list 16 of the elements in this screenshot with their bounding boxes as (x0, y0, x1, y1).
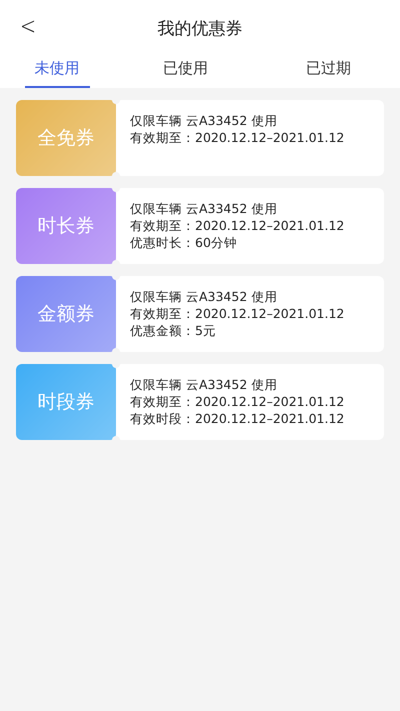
tab[interactable]: 未使用 (24, 56, 90, 88)
coupon-detail-text: 仅限车辆 云A33452 使用 (130, 112, 278, 129)
coupon-detail-text: 有效期至：2020.12.12–2021.01.12 (130, 129, 346, 146)
coupon-detail-text: 仅限车辆 云A33452 使用 (130, 376, 278, 393)
page-title: 我的优惠券 (158, 18, 242, 40)
coupon-detail-text: 仅限车辆 云A33452 使用 (130, 288, 278, 305)
coupon-detail-text: 有效时段：2020.12.12–2021.01.12 (130, 410, 346, 427)
coupon-detail-text: 仅限车辆 云A33452 使用 (130, 200, 278, 217)
coupon-detail-text: 有效期至：2020.12.12–2021.01.12 (130, 217, 346, 234)
tab[interactable]: 已过期 (296, 56, 362, 88)
tab[interactable]: 已使用 (153, 56, 218, 88)
back-button[interactable]: < (16, 12, 40, 40)
coupon-detail-text: 有效期至：2020.12.12–2021.01.12 (130, 393, 346, 410)
coupon-detail-text: 优惠金额：5元 (130, 322, 217, 339)
coupon-detail-text: 有效期至：2020.12.12–2021.01.12 (130, 305, 346, 322)
coupon-detail-text: 优惠时长：60分钟 (130, 234, 238, 251)
